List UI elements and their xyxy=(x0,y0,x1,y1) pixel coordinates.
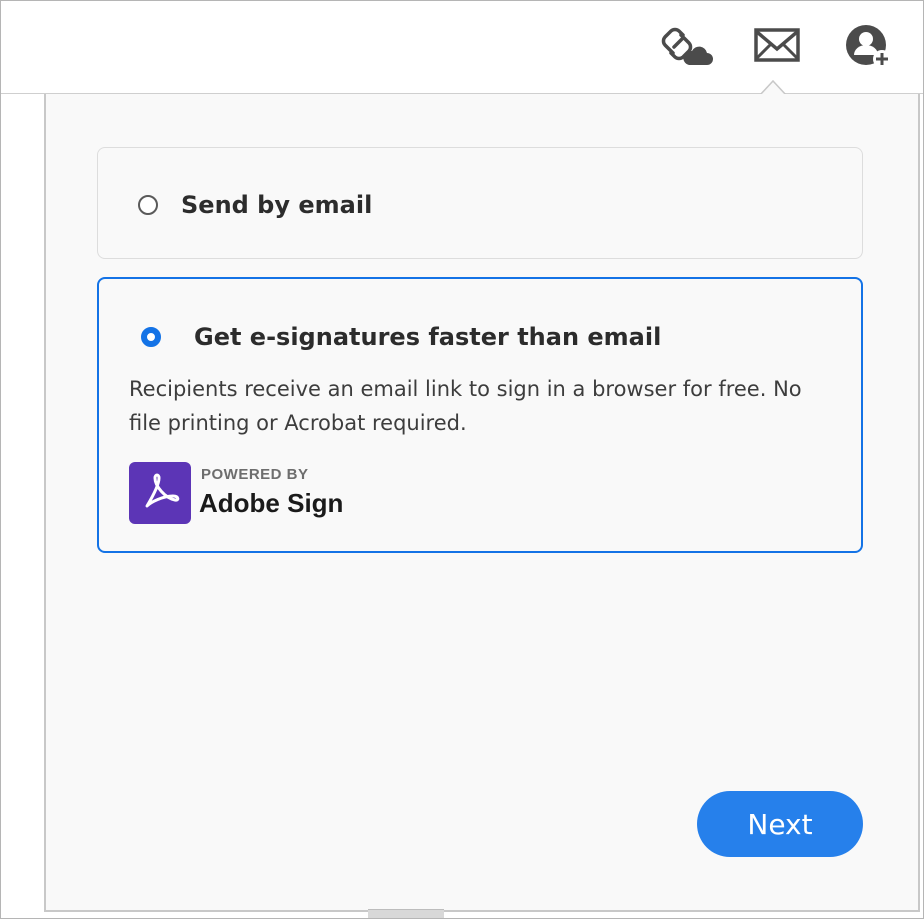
email-icon[interactable] xyxy=(753,25,803,71)
next-button[interactable]: Next xyxy=(697,791,863,857)
adobe-sign-logo-icon xyxy=(129,462,191,524)
send-by-email-label[interactable]: Send by email xyxy=(181,191,372,219)
e-signature-description: Recipients receive an email link to sign… xyxy=(129,377,802,435)
e-signature-option[interactable]: Get e-signatures faster than email Recip… xyxy=(97,277,863,553)
add-user-icon[interactable] xyxy=(844,23,894,69)
send-by-email-option[interactable]: Send by email xyxy=(97,147,863,259)
e-signature-label[interactable]: Get e-signatures faster than email xyxy=(194,323,661,351)
panel-pointer xyxy=(760,78,786,96)
brand-name: Adobe Sign xyxy=(199,488,344,518)
scroll-handle[interactable] xyxy=(368,909,444,918)
powered-by-label: POWERED BY xyxy=(201,466,309,483)
e-signature-radio[interactable] xyxy=(141,327,161,347)
share-link-icon[interactable] xyxy=(659,23,713,69)
send-by-email-radio[interactable] xyxy=(138,195,158,215)
